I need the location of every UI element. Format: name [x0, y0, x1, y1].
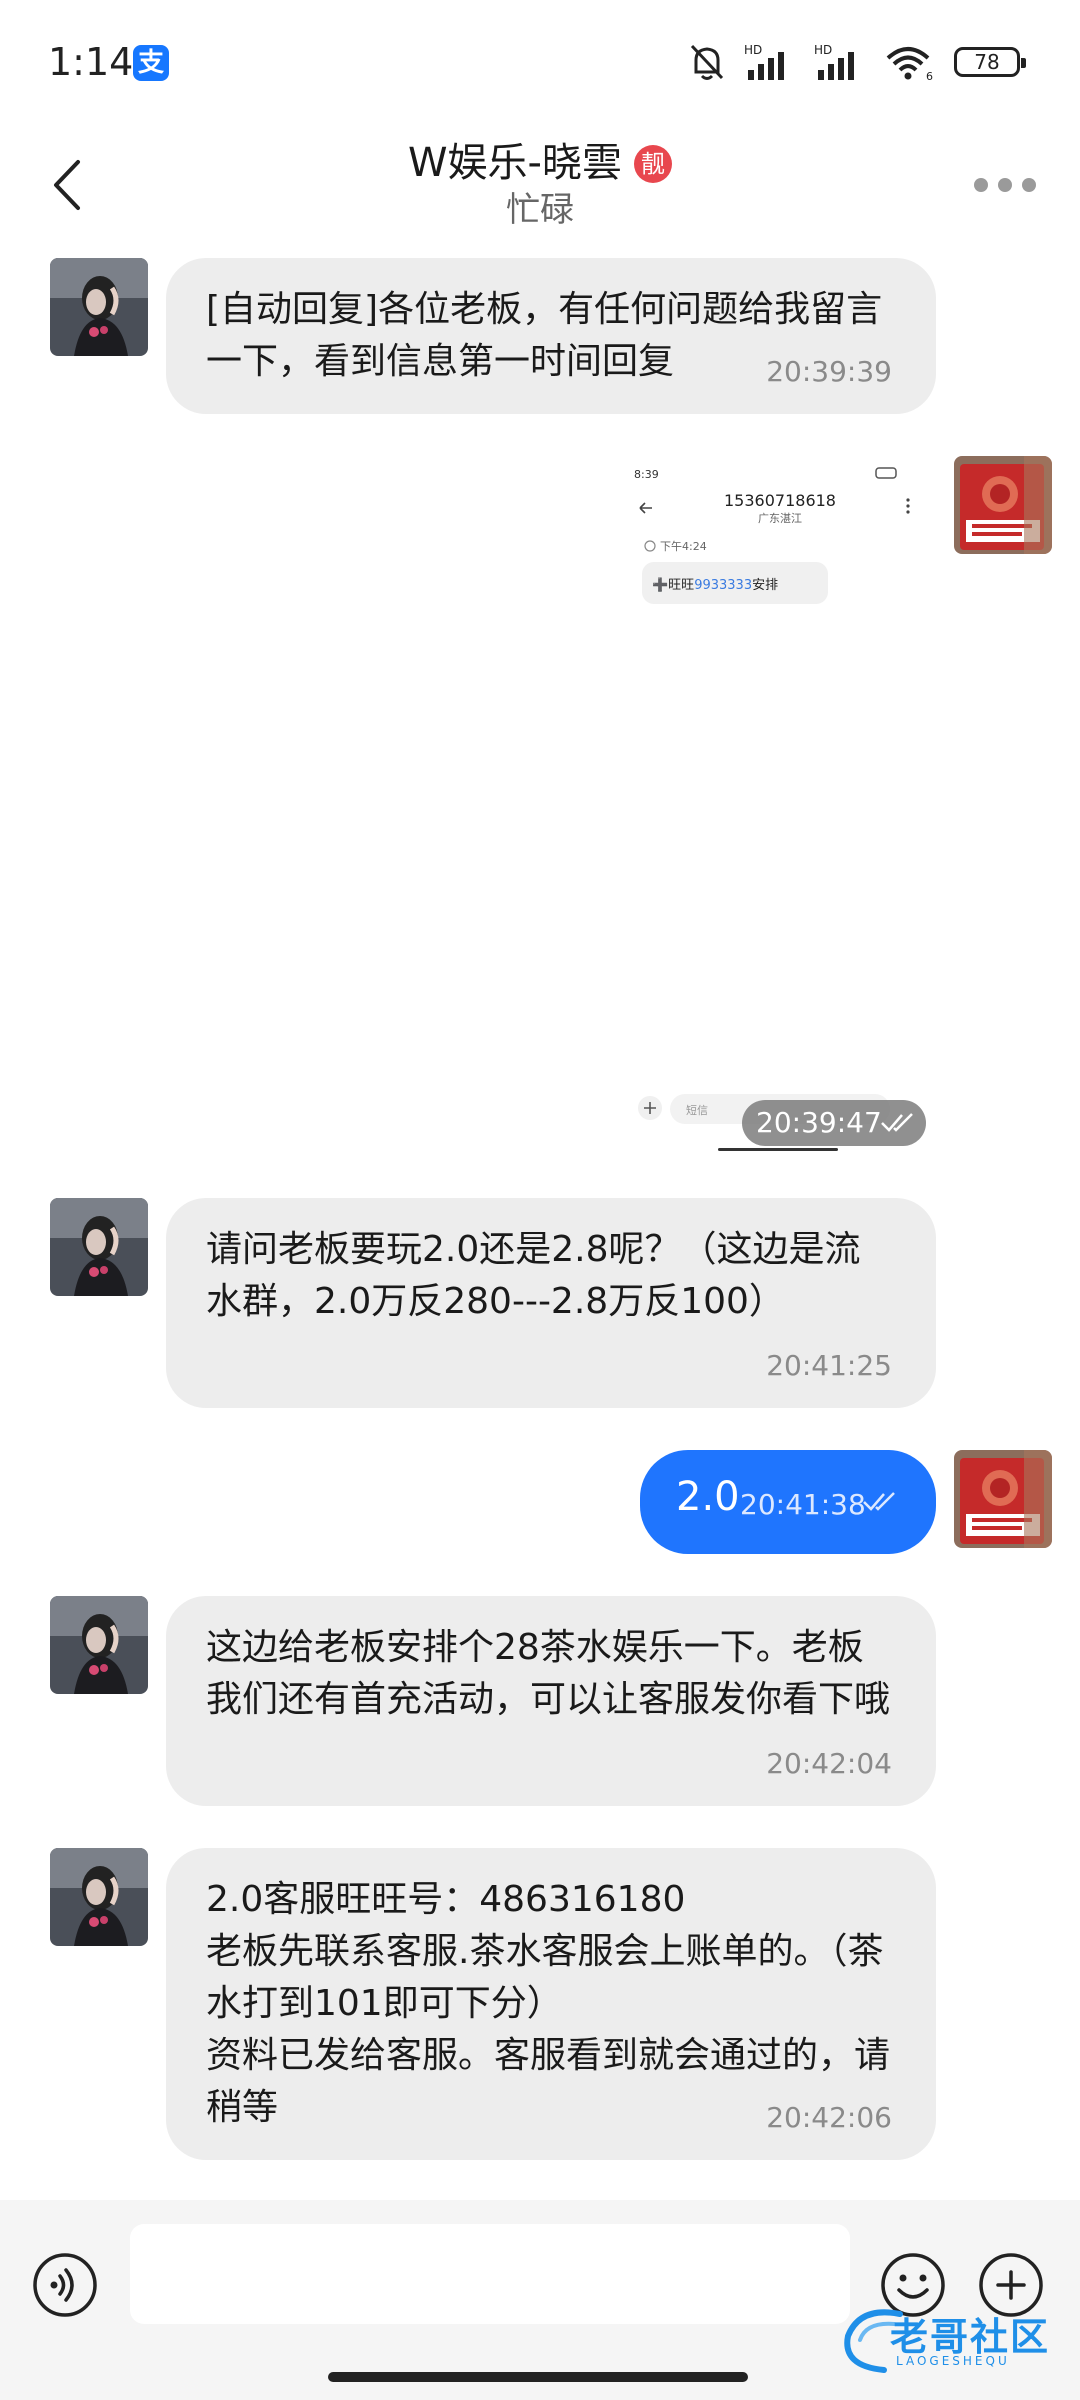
more-options-button[interactable] [970, 170, 1040, 200]
message-time: 20:39:39 [766, 355, 892, 388]
avatar-image [50, 1198, 148, 1296]
watermark-subtext: LAOGESHEQU [896, 2354, 1010, 2368]
user-avatar[interactable] [954, 456, 1052, 554]
message-bubble-incoming[interactable]: 2.0客服旺旺号：486316180 老板先联系客服.茶水客服会上账单的。（茶水… [166, 1848, 936, 2160]
more-dot-icon [998, 178, 1012, 192]
wifi-icon: 6 [886, 47, 933, 82]
watermark-text: 老哥社区 [890, 2315, 1051, 2359]
status-time: 1:14 [48, 40, 134, 84]
mute-bell-icon [690, 44, 724, 80]
double-check-icon [881, 1113, 913, 1132]
header-title-row: W娱乐-晓雲靓 [0, 130, 1080, 188]
message-text: 这边给老板安排个28茶水娱乐一下。老板我们还有首充活动，可以让客服发你看下哦 [206, 1627, 891, 1720]
status-bar: 1:14 支 HD HD 6 78 [0, 0, 1080, 120]
message-bubble-outgoing[interactable]: 2.0 20:41:38 [640, 1450, 936, 1554]
svg-text:➕旺旺9933333安排: ➕旺旺9933333安排 [652, 577, 778, 593]
contact-name[interactable]: W娱乐-晓雲 [408, 140, 622, 186]
more-dot-icon [974, 178, 988, 192]
ss-phone-number: 15360718618 [724, 491, 836, 510]
contact-avatar[interactable] [50, 258, 148, 356]
wifi-sub-label: 6 [926, 70, 933, 82]
avatar-image [50, 1596, 148, 1694]
avatar-image [954, 456, 1052, 554]
message-time: 20:42:04 [766, 1747, 892, 1780]
ss-msg-number: 9933333 [694, 578, 752, 593]
battery-indicator: 78 [954, 47, 1026, 77]
watermark-logo: 老哥社区 LAOGESHEQU [840, 2300, 1070, 2380]
message-text: 请问老板要玩2.0还是2.8呢？（这边是流水群，2.0万反280---2.8万反… [206, 1229, 861, 1322]
signal-hd-label-1: HD [744, 43, 762, 57]
signal-hd-label-2: HD [814, 43, 832, 57]
voice-button[interactable] [32, 2252, 98, 2318]
ss-status-time: 8:39 [634, 468, 659, 481]
avatar-image [954, 1450, 1052, 1548]
ss-location: 广东湛江 [758, 512, 802, 525]
status-indicators: HD HD 6 78 [688, 40, 1026, 84]
signal-icon-2: HD [814, 43, 854, 80]
message-time: 20:42:06 [766, 2101, 892, 2134]
contact-avatar[interactable] [50, 1198, 148, 1296]
double-check-icon [863, 1492, 895, 1511]
contact-avatar[interactable] [50, 1848, 148, 1946]
message-bubble-incoming[interactable]: 请问老板要玩2.0还是2.8呢？（这边是流水群，2.0万反280---2.8万反… [166, 1198, 936, 1408]
message-text: 2.0 [676, 1474, 740, 1520]
ss-msg-prefix: ➕旺旺 [652, 577, 694, 593]
message-time: 20:41:38 [740, 1488, 866, 1521]
contact-avatar[interactable] [50, 1596, 148, 1694]
user-avatar[interactable] [954, 1450, 1052, 1548]
avatar-image [50, 258, 148, 356]
message-bubble-incoming[interactable]: [自动回复]各位老板，有任何问题给我留言一下，看到信息第一时间回复 20:39:… [166, 258, 936, 414]
chat-header: W娱乐-晓雲靓 忙碌 [0, 120, 1080, 255]
screenshot-thumbnail: 8:39 15360718618 广东湛江 下午4:24 ➕旺旺9933333安… [630, 450, 930, 1170]
contact-status: 忙碌 [506, 190, 574, 230]
message-time: 20:39:47 [756, 1106, 882, 1139]
ss-msg-suffix: 安排 [752, 578, 778, 593]
ss-msg-time: 下午4:24 [660, 540, 707, 553]
alipay-app-icon: 支 [133, 45, 169, 81]
signal-icon: HD [744, 43, 784, 80]
more-dot-icon [1022, 178, 1036, 192]
avatar-image [50, 1848, 148, 1946]
message-bubble-incoming[interactable]: 这边给老板安排个28茶水娱乐一下。老板我们还有首充活动，可以让客服发你看下哦 2… [166, 1596, 936, 1806]
image-message-time: 20:39:47 [742, 1100, 926, 1146]
image-message[interactable]: 8:39 15360718618 广东湛江 下午4:24 ➕旺旺9933333安… [630, 450, 930, 1170]
home-indicator[interactable] [328, 2372, 748, 2382]
message-time: 20:41:25 [766, 1349, 892, 1382]
voice-icon [33, 2253, 97, 2317]
ss-input-placeholder: 短信 [686, 1103, 708, 1117]
vip-badge: 靓 [633, 145, 672, 183]
message-input[interactable] [130, 2224, 850, 2324]
